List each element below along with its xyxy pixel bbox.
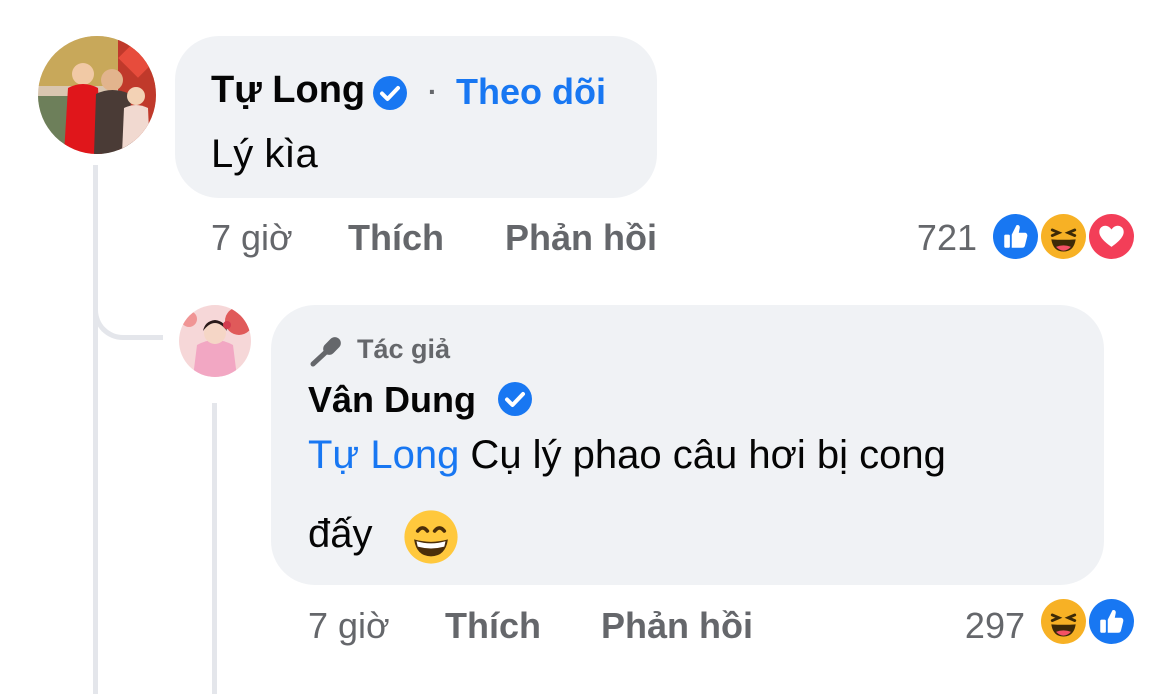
reply-timestamp[interactable]: 7 giờ [308,605,390,647]
haha-icon[interactable] [1038,596,1089,647]
reply-author-name[interactable]: Vân Dung [308,379,476,421]
reply-text: Cụ lý phao câu hơi bị cong [459,433,946,477]
avatar-tu-long[interactable] [38,36,156,154]
love-icon[interactable] [1086,211,1137,262]
reply-reply-button[interactable]: Phản hồi [601,605,753,647]
thread-line-curve [93,250,163,340]
comment-timestamp[interactable]: 7 giờ [211,217,293,259]
grinning-face-emoji [402,508,460,566]
comment-author-name[interactable]: Tự Long [211,69,365,112]
comment-reply-button[interactable]: Phản hồi [505,217,657,259]
reply-reaction-count[interactable]: 297 [930,605,1025,647]
verified-badge-icon [497,381,533,417]
microphone-icon [308,333,346,367]
reply-text-line-2: đấy [308,512,373,556]
author-badge-label: Tác giả [357,334,451,364]
reply-text-line-1: Tự Long Cụ lý phao câu hơi bị cong [308,433,946,478]
reply-like-button[interactable]: Thích [445,605,541,647]
comment-text: Lý kìa [211,132,318,176]
like-icon[interactable] [990,211,1041,262]
thread-line-reply [212,403,217,694]
comment-reaction-count[interactable]: 721 [880,217,977,259]
follow-separator: · [428,76,438,107]
avatar-van-dung[interactable] [179,305,251,377]
follow-button[interactable]: Theo dõi [456,71,606,113]
mention-link[interactable]: Tự Long [308,433,459,477]
comment-like-button[interactable]: Thích [348,217,444,259]
haha-icon[interactable] [1038,211,1089,262]
thread-line-main [93,165,98,694]
like-icon[interactable] [1086,596,1137,647]
verified-badge-icon [372,75,408,111]
